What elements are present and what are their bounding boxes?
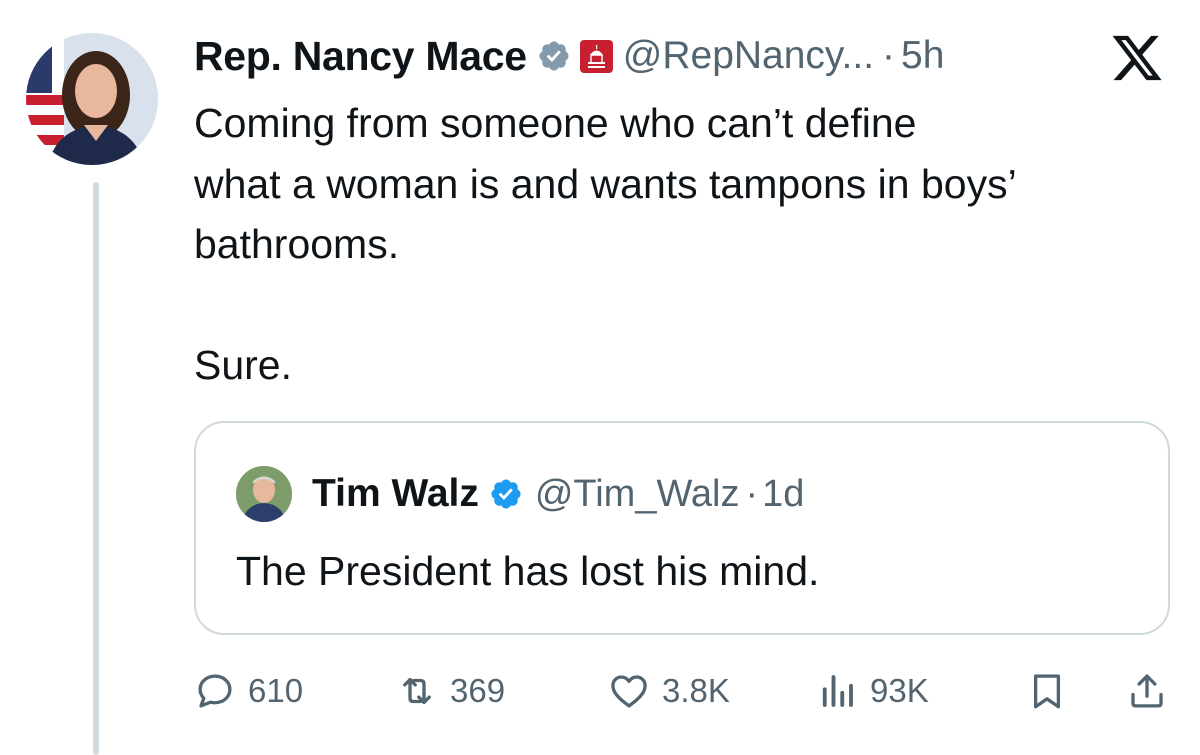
- separator-dot: ·: [745, 472, 759, 515]
- verified-badge-icon: [539, 41, 569, 71]
- views-chart-icon: [822, 675, 853, 707]
- author-name[interactable]: Rep. Nancy Mace: [194, 33, 527, 80]
- x-logo-icon: [1112, 35, 1162, 81]
- bookmark-button[interactable]: [1026, 660, 1068, 722]
- quoted-author-avatar: [236, 466, 292, 522]
- tweet-header: Rep. Nancy Mace @RepNancy... · 5h: [194, 26, 944, 86]
- reply-icon: [198, 674, 232, 708]
- tweet-timestamp[interactable]: 5h: [901, 34, 944, 78]
- quoted-author-handle: @Tim_Walz: [534, 472, 740, 515]
- house-gop-icon[interactable]: [579, 39, 613, 73]
- repost-button[interactable]: 369: [396, 660, 505, 722]
- views-count: 93K: [870, 672, 929, 709]
- tweet-line-4: Sure.: [194, 342, 292, 388]
- heart-icon: [611, 675, 647, 708]
- separator-dot: ·: [882, 34, 896, 77]
- repost-icon: [403, 677, 431, 705]
- quoted-header: Tim Walz @Tim_Walz · 1d: [312, 466, 804, 522]
- repost-count: 369: [450, 672, 506, 709]
- tweet-actions: 610 369 3.8K 93K: [194, 660, 1174, 722]
- quoted-tweet-text: The President has lost his mind.: [236, 548, 820, 594]
- author-handle[interactable]: @RepNancy...: [623, 34, 874, 78]
- bookmark-icon: [1033, 674, 1061, 709]
- reply-button[interactable]: 610: [194, 660, 303, 722]
- like-count: 3.8K: [662, 672, 730, 709]
- quoted-tweet[interactable]: Tim Walz @Tim_Walz · 1d The President ha…: [194, 421, 1170, 635]
- quoted-author-name: Tim Walz: [312, 472, 479, 515]
- author-avatar[interactable]: [26, 33, 158, 165]
- views-button[interactable]: 93K: [816, 660, 929, 722]
- tweet-line-2: what a woman is and wants tampons in boy…: [194, 160, 1017, 207]
- like-button[interactable]: 3.8K: [608, 660, 730, 722]
- quoted-timestamp: 1d: [762, 472, 805, 515]
- thread-line: [93, 182, 99, 755]
- share-icon: [1131, 674, 1163, 708]
- reply-count: 610: [248, 672, 304, 709]
- tweet-line-1: Coming from someone who can’t define: [194, 100, 917, 146]
- tweet-text: Coming from someone who can’t define wha…: [194, 93, 1174, 396]
- verified-badge-icon: [491, 479, 521, 509]
- tweet-line-3: bathrooms.: [194, 221, 400, 267]
- avatar-image: [26, 33, 158, 165]
- share-button[interactable]: [1126, 660, 1168, 722]
